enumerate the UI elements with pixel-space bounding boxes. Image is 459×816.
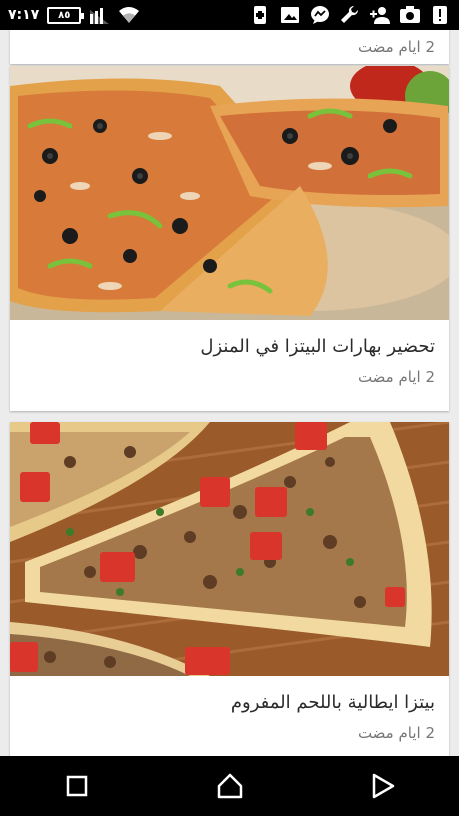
- article-card[interactable]: تحضير بهارات البيتزا في المنزل 2 ايام مض…: [10, 66, 449, 411]
- recent-apps-button[interactable]: [47, 756, 107, 816]
- navigation-bar: [0, 756, 459, 816]
- pizza-photo: [10, 66, 449, 320]
- add-icon: [254, 6, 266, 24]
- back-button[interactable]: [353, 756, 413, 816]
- clock: ٧:١٧: [8, 7, 40, 23]
- alert-icon: [433, 6, 447, 24]
- article-image[interactable]: [10, 422, 449, 676]
- battery-level: ٨٥: [58, 9, 71, 21]
- wrench-icon: [341, 5, 359, 23]
- status-left: ٧:١٧ ٨٥: [8, 5, 141, 25]
- home-icon: [217, 773, 242, 799]
- article-card[interactable]: بيتزا ايطالية باللحم المفروم 2 ايام مضت: [10, 422, 449, 756]
- article-card[interactable]: 2 ايام مضت: [10, 30, 449, 64]
- image-icon: [281, 7, 299, 23]
- home-button[interactable]: [200, 756, 260, 816]
- status-bar: ٧:١٧ ٨٥: [0, 0, 459, 30]
- article-date: 2 ايام مضت: [357, 368, 435, 386]
- add-user-icon: [370, 7, 390, 24]
- article-date: 2 ايام مضت: [357, 724, 435, 742]
- article-title[interactable]: تحضير بهارات البيتزا في المنزل: [10, 320, 449, 357]
- messenger-icon: [311, 6, 329, 24]
- wifi-icon: [119, 7, 140, 23]
- recent-apps-icon: [66, 775, 87, 797]
- pizza-photo: [10, 422, 449, 676]
- notification-icons: [249, 5, 451, 25]
- article-image[interactable]: [10, 66, 449, 320]
- article-date: 2 ايام مضت: [357, 38, 435, 56]
- battery-icon: ٨٥: [47, 6, 85, 24]
- signal-icon: [90, 8, 110, 24]
- back-icon: [372, 773, 394, 799]
- camera-icon: [400, 6, 420, 23]
- article-feed[interactable]: 2 ايام مضت تحضير بهارات البيتزا في المنز…: [0, 30, 459, 756]
- article-title[interactable]: بيتزا ايطالية باللحم المفروم: [10, 676, 449, 713]
